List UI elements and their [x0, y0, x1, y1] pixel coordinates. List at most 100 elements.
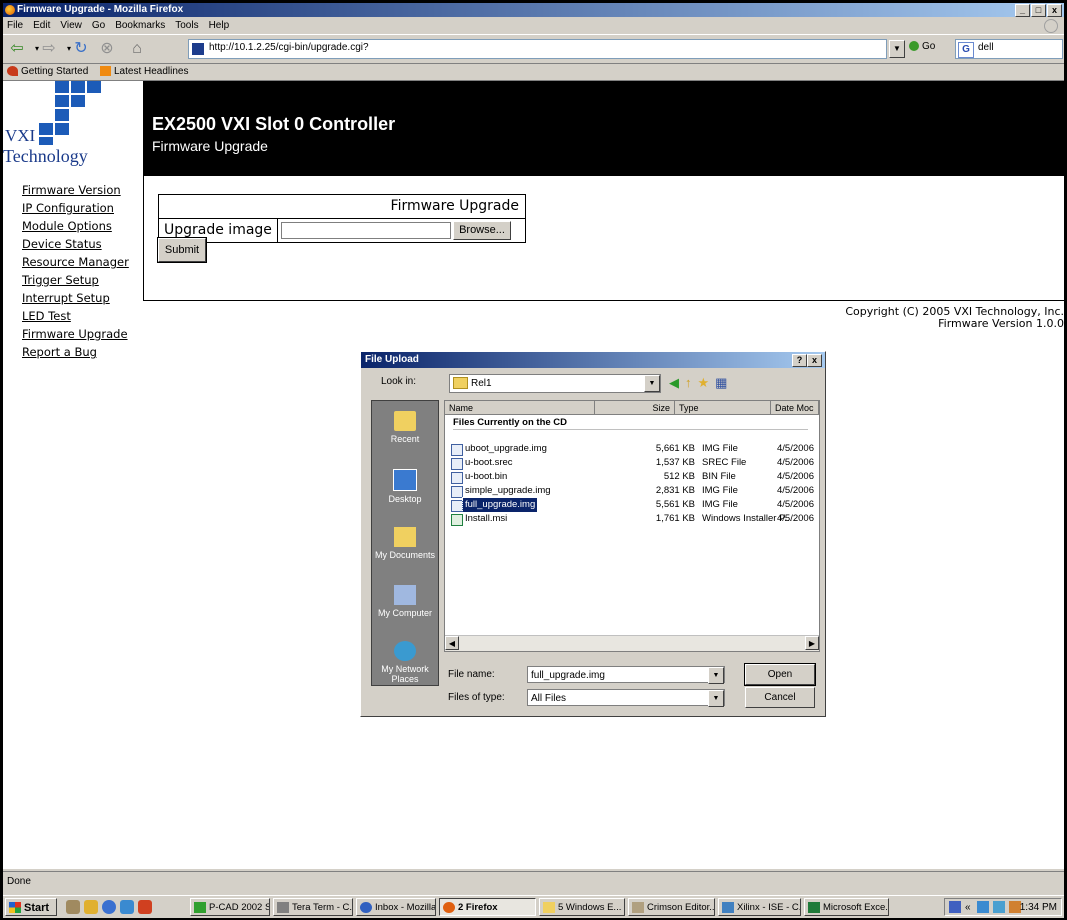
file-row[interactable]: Install.msi 1,761 KB Windows Installer P… — [445, 512, 819, 526]
browse-button[interactable]: Browse... — [453, 221, 511, 240]
chevron-down-icon[interactable]: ▼ — [708, 667, 724, 684]
nav-link-device-status[interactable]: Device Status — [22, 235, 147, 253]
column-size[interactable]: Size — [595, 401, 675, 415]
dialog-help-button[interactable]: ? — [792, 354, 807, 367]
back-arrow-icon[interactable]: ⇦ — [7, 39, 27, 59]
forward-arrow-icon[interactable]: ⇨ — [39, 39, 59, 59]
menu-go[interactable]: Go — [92, 20, 105, 31]
file-type-combo[interactable]: All Files ▼ — [527, 689, 725, 707]
search-text[interactable]: dell — [978, 42, 994, 53]
reload-icon[interactable]: ↻ — [71, 39, 91, 59]
task-teraterm[interactable]: Tera Term - C... — [273, 898, 353, 916]
search-box[interactable]: G dell — [955, 39, 1063, 59]
new-folder-icon[interactable]: ★ — [698, 375, 710, 390]
file-row[interactable]: uboot_upgrade.img 5,661 KB IMG File 4/5/… — [445, 442, 819, 456]
tray-icon-3[interactable] — [993, 901, 1005, 913]
view-menu-icon[interactable]: ▦ — [715, 375, 727, 390]
file-type-value[interactable]: All Files — [531, 693, 566, 704]
minimize-button[interactable]: _ — [1015, 4, 1030, 17]
place-desktop[interactable]: Desktop — [372, 469, 438, 504]
file-date: 4/5/2006 — [777, 499, 814, 510]
menu-edit[interactable]: Edit — [33, 20, 50, 31]
column-name[interactable]: Name — [445, 401, 595, 415]
nav-link-ip-configuration[interactable]: IP Configuration — [22, 199, 147, 217]
scroll-right-icon[interactable]: ▶ — [805, 636, 819, 650]
nav-link-firmware-version[interactable]: Firmware Version — [22, 181, 147, 199]
menu-view[interactable]: View — [60, 20, 82, 31]
cancel-button[interactable]: Cancel — [745, 687, 815, 708]
look-in-combo[interactable]: Rel1 ▼ — [449, 374, 661, 393]
place-my-computer[interactable]: My Computer — [372, 585, 438, 618]
nav-link-led-test[interactable]: LED Test — [22, 307, 147, 325]
place-label: Recent — [390, 434, 420, 444]
place-my-network[interactable]: My Network Places — [372, 641, 438, 684]
back-icon[interactable]: ◀ — [669, 375, 679, 390]
bookmark-latest-headlines[interactable]: Latest Headlines — [100, 66, 189, 77]
place-my-documents[interactable]: My Documents — [372, 527, 438, 560]
quicklaunch-icon-5[interactable] — [138, 900, 152, 914]
url-bar[interactable]: http://10.1.2.25/cgi-bin/upgrade.cgi? — [188, 39, 887, 59]
quicklaunch-icon-4[interactable] — [120, 900, 134, 914]
menu-tools[interactable]: Tools — [175, 20, 198, 31]
start-button[interactable]: Start — [5, 898, 57, 916]
close-button[interactable]: x — [1047, 4, 1062, 17]
url-text[interactable]: http://10.1.2.25/cgi-bin/upgrade.cgi? — [209, 42, 369, 53]
file-name-value[interactable]: full_upgrade.img — [531, 670, 605, 681]
file-row-selected[interactable]: full_upgrade.img 5,561 KB IMG File 4/5/2… — [445, 497, 819, 513]
column-type[interactable]: Type — [675, 401, 771, 415]
task-crimson-editor[interactable]: Crimson Editor... — [628, 898, 715, 916]
tray-expand-icon[interactable]: « — [965, 899, 971, 916]
quicklaunch-ie-icon[interactable] — [102, 900, 116, 914]
place-label: My Documents — [374, 550, 436, 560]
task-firefox[interactable]: 2 Firefox — [439, 898, 536, 916]
srec-file-icon — [451, 458, 463, 470]
quicklaunch-icon-1[interactable] — [66, 900, 80, 914]
nav-link-report-a-bug[interactable]: Report a Bug — [22, 343, 147, 361]
teraterm-icon — [277, 902, 289, 913]
nav-link-interrupt-setup[interactable]: Interrupt Setup — [22, 289, 147, 307]
upgrade-image-input[interactable] — [281, 222, 451, 239]
nav-link-firmware-upgrade[interactable]: Firmware Upgrade — [22, 325, 147, 343]
task-inbox-mozilla[interactable]: Inbox - Mozilla... — [356, 898, 436, 916]
google-search-icon[interactable]: G — [958, 42, 974, 58]
tray-icon-1[interactable] — [949, 901, 961, 913]
file-name-combo[interactable]: full_upgrade.img ▼ — [527, 666, 725, 684]
up-folder-icon[interactable]: ↑ — [685, 375, 692, 390]
bookmark-getting-started[interactable]: Getting Started — [7, 66, 88, 77]
nav-link-module-options[interactable]: Module Options — [22, 217, 147, 235]
folder-icon — [453, 377, 468, 390]
quicklaunch-icon-2[interactable] — [84, 900, 98, 914]
file-name: Install.msi — [465, 513, 508, 524]
file-row[interactable]: u-boot.srec 1,537 KB SREC File 4/5/2006 — [445, 456, 819, 470]
dialog-close-button[interactable]: x — [807, 354, 822, 367]
url-dropdown-icon[interactable]: ▼ — [889, 40, 905, 58]
maximize-button[interactable]: □ — [1031, 4, 1046, 17]
nav-link-resource-manager[interactable]: Resource Manager — [22, 253, 147, 271]
task-excel[interactable]: Microsoft Exce... — [804, 898, 889, 916]
open-button[interactable]: Open — [744, 663, 816, 686]
stop-icon[interactable]: ⊗ — [97, 39, 117, 59]
scroll-left-icon[interactable]: ◀ — [445, 636, 459, 650]
task-xilinx[interactable]: Xilinx - ISE - C... — [718, 898, 801, 916]
home-icon[interactable]: ⌂ — [127, 39, 147, 59]
horizontal-scrollbar[interactable]: ◀ ▶ — [445, 635, 819, 651]
menu-bookmarks[interactable]: Bookmarks — [115, 20, 165, 31]
form-header: Firmware Upgrade — [159, 195, 525, 219]
menu-file[interactable]: File — [7, 20, 23, 31]
file-type: IMG File — [702, 499, 738, 510]
file-row[interactable]: u-boot.bin 512 KB BIN File 4/5/2006 — [445, 470, 819, 484]
menu-help[interactable]: Help — [209, 20, 230, 31]
nav-link-trigger-setup[interactable]: Trigger Setup — [22, 271, 147, 289]
submit-button[interactable]: Submit — [157, 237, 207, 263]
file-row[interactable]: simple_upgrade.img 2,831 KB IMG File 4/5… — [445, 484, 819, 498]
tray-network-icon[interactable] — [977, 901, 989, 913]
chevron-down-icon[interactable]: ▼ — [644, 375, 660, 392]
file-list[interactable]: Name Size Type Date Moc Files Currently … — [444, 400, 820, 652]
task-pcad[interactable]: P-CAD 2002 S... — [190, 898, 270, 916]
column-date[interactable]: Date Moc — [771, 401, 819, 415]
vxi-logo: VXI Technology — [3, 81, 143, 176]
task-windows-explorer[interactable]: 5 Windows E... — [539, 898, 625, 916]
place-recent[interactable]: Recent — [372, 411, 438, 444]
go-button[interactable]: Go — [909, 41, 935, 52]
chevron-down-icon[interactable]: ▼ — [708, 690, 724, 707]
